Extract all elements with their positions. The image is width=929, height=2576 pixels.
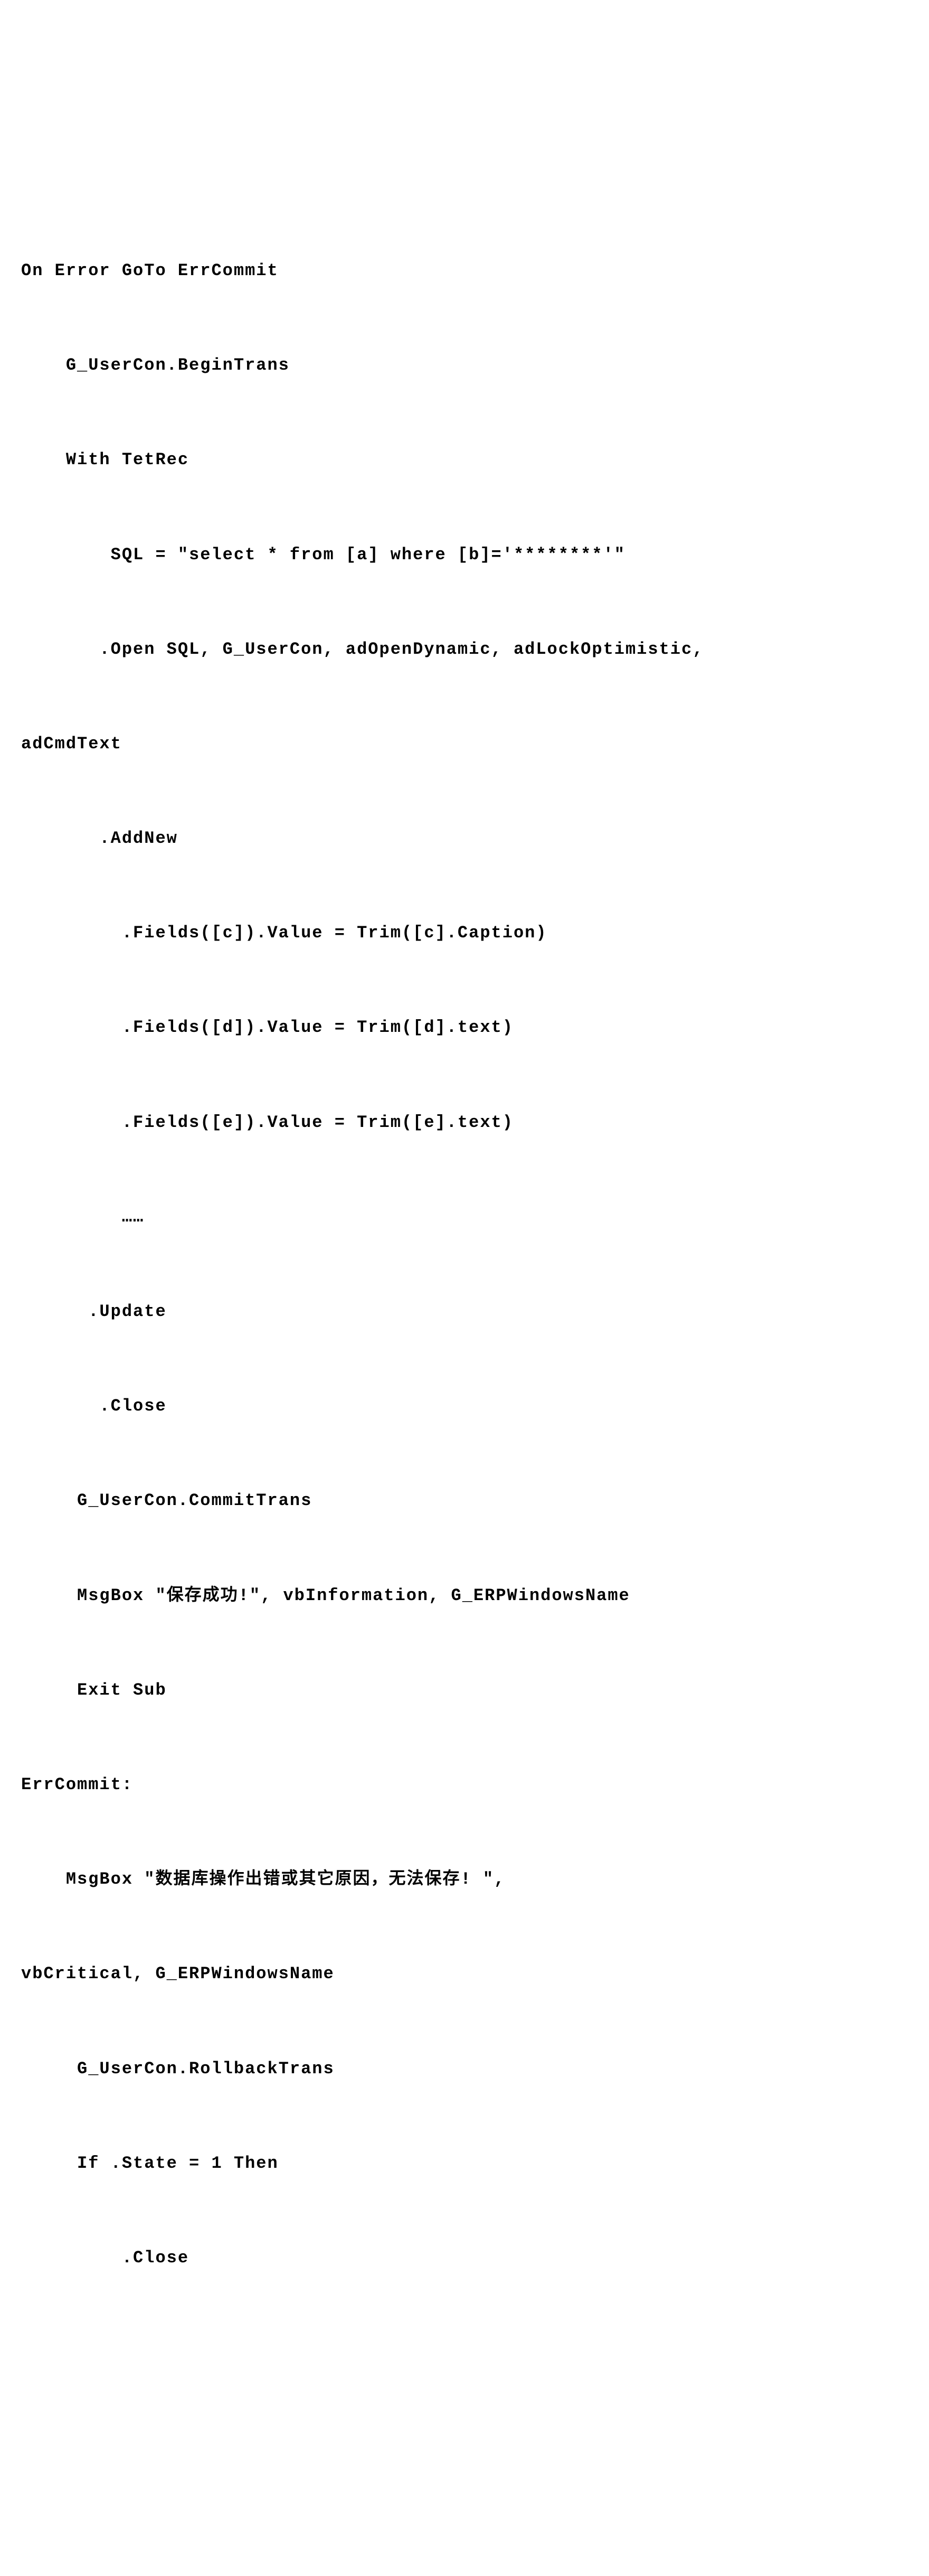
- code-line: ErrCommit:: [21, 1761, 908, 1809]
- code-line: .AddNew: [21, 815, 908, 862]
- code-line: SQL = "select * from [a] where [b]='****…: [21, 531, 908, 579]
- code-line: .Close: [21, 2234, 908, 2282]
- code-line: G_UserCon.CommitTrans: [21, 1477, 908, 1525]
- code-block: On Error GoTo ErrCommit G_UserCon.BeginT…: [21, 200, 908, 2329]
- code-line: .Close: [21, 1383, 908, 1430]
- code-line: vbCritical, G_ERPWindowsName: [21, 1950, 908, 1998]
- code-line: MsgBox "保存成功!", vbInformation, G_ERPWind…: [21, 1572, 908, 1620]
- code-line: On Error GoTo ErrCommit: [21, 247, 908, 295]
- code-line: .Update: [21, 1288, 908, 1336]
- code-line: Exit Sub: [21, 1667, 908, 1714]
- code-line: adCmdText: [21, 720, 908, 768]
- code-line: MsgBox "数据库操作出错或其它原因，无法保存! ",: [21, 1856, 908, 1903]
- code-line: G_UserCon.BeginTrans: [21, 342, 908, 389]
- code-line: If .State = 1 Then: [21, 2140, 908, 2187]
- code-line: .Fields([d]).Value = Trim([d].text): [21, 1004, 908, 1051]
- code-line: ……: [21, 1193, 908, 1241]
- code-line: .Fields([c]).Value = Trim([c].Caption): [21, 909, 908, 957]
- code-line: .Fields([e]).Value = Trim([e].text): [21, 1099, 908, 1146]
- code-line: .Open SQL, G_UserCon, adOpenDynamic, adL…: [21, 626, 908, 673]
- code-line: G_UserCon.RollbackTrans: [21, 2045, 908, 2093]
- code-line: With TetRec: [21, 436, 908, 484]
